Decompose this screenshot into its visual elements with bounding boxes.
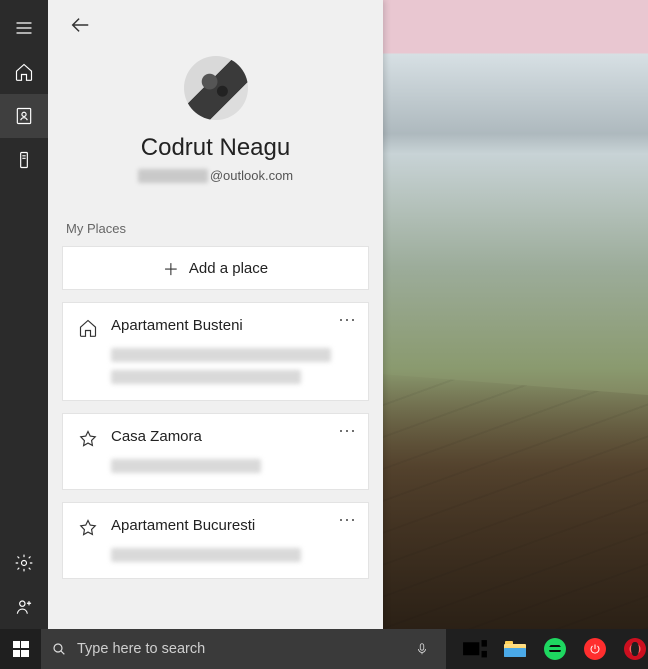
nav-device-button[interactable] <box>0 138 48 182</box>
nav-account-button[interactable] <box>0 94 48 138</box>
account-card-icon <box>14 106 34 126</box>
spotify-button[interactable] <box>542 636 568 662</box>
power-icon <box>584 638 606 660</box>
arrow-left-icon <box>69 14 91 36</box>
nav-menu-button[interactable] <box>0 6 48 50</box>
plus-icon: ＋ <box>163 256 179 280</box>
my-places-label: My Places <box>48 201 383 246</box>
nav-people-button[interactable] <box>0 585 48 629</box>
power-app-button[interactable] <box>582 636 608 662</box>
search-input[interactable] <box>77 641 398 657</box>
nav-settings-button[interactable] <box>0 541 48 585</box>
redacted-line <box>111 459 261 473</box>
taskbar-search[interactable] <box>41 629 446 669</box>
add-place-button[interactable]: ＋ Add a place <box>62 246 369 290</box>
panel-header <box>48 0 383 50</box>
profile-display-name: Codrut Neagu <box>141 134 290 162</box>
taskbar <box>0 629 648 669</box>
person-add-icon <box>14 597 34 617</box>
tower-icon <box>14 150 34 170</box>
redacted-line <box>111 548 301 562</box>
microphone-icon <box>415 640 429 658</box>
place-title: Apartament Bucuresti <box>111 517 255 534</box>
profile-block: Codrut Neagu @outlook.com <box>48 50 383 201</box>
spotify-icon <box>544 638 566 660</box>
place-more-button[interactable]: ⋯ <box>338 311 358 329</box>
profile-email: @outlook.com <box>138 168 293 183</box>
avatar[interactable] <box>184 56 248 120</box>
profile-email-suffix: @outlook.com <box>210 168 293 183</box>
task-view-button[interactable] <box>462 636 488 662</box>
redacted-line <box>111 370 301 384</box>
account-panel: Codrut Neagu @outlook.com My Places ＋ Ad… <box>48 0 383 629</box>
back-button[interactable] <box>62 7 98 43</box>
opera-button[interactable] <box>622 636 648 662</box>
app-nav-rail <box>0 0 48 629</box>
star-icon <box>77 428 99 449</box>
opera-icon <box>624 638 646 660</box>
place-card[interactable]: ⋯ Casa Zamora <box>62 413 369 490</box>
mic-button[interactable] <box>408 640 436 658</box>
place-title: Casa Zamora <box>111 428 202 445</box>
place-title: Apartament Busteni <box>111 317 243 334</box>
star-icon <box>77 517 99 538</box>
file-explorer-icon <box>504 641 526 657</box>
place-card[interactable]: ⋯ Apartament Busteni <box>62 302 369 401</box>
home-icon <box>77 317 99 338</box>
gear-icon <box>14 553 34 573</box>
taskbar-tray <box>446 636 648 662</box>
start-button[interactable] <box>0 629 41 669</box>
redacted-line <box>111 348 331 362</box>
hamburger-icon <box>14 18 34 38</box>
place-more-button[interactable]: ⋯ <box>338 422 358 440</box>
windows-logo-icon <box>13 641 29 657</box>
task-view-icon <box>462 639 488 659</box>
search-icon <box>51 641 67 657</box>
file-explorer-button[interactable] <box>502 636 528 662</box>
redacted-email-user <box>138 169 208 183</box>
places-list: ＋ Add a place ⋯ Apartament Busteni ⋯ <box>48 246 383 593</box>
nav-home-button[interactable] <box>0 50 48 94</box>
add-place-label: Add a place <box>189 260 268 277</box>
place-card[interactable]: ⋯ Apartament Bucuresti <box>62 502 369 579</box>
home-icon <box>14 62 34 82</box>
place-more-button[interactable]: ⋯ <box>338 511 358 529</box>
